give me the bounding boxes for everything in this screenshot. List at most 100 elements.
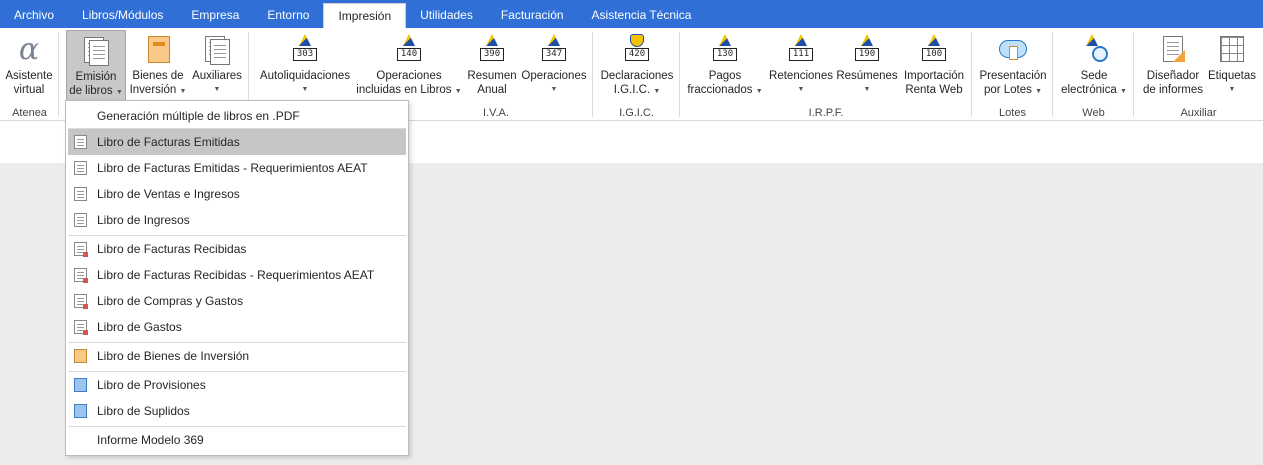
suplidos-icon [74, 404, 87, 418]
sede-label-1: Sede [1080, 70, 1108, 82]
group-label-igic: I.G.I.C. [619, 107, 654, 119]
aeat-140-icon: 140 [393, 34, 425, 66]
labels-grid-icon [1216, 34, 1248, 66]
menu-item-generacion-pdf[interactable]: Generación múltiple de libros en .PDF [68, 103, 406, 129]
menu-item-compras-gastos[interactable]: Libro de Compras y Gastos [68, 288, 406, 314]
chevron-down-icon: ▼ [863, 86, 871, 93]
menu-item-facturas-recibidas-aeat[interactable]: Libro de Facturas Recibidas - Requerimie… [68, 262, 406, 288]
bienes-label-2: Inversión ▼ [129, 84, 187, 96]
chevron-down-icon: ▼ [213, 86, 221, 93]
autoliquidaciones-button[interactable]: 303 Autoliquidaciones ▼ [253, 30, 357, 102]
operaciones-button[interactable]: 347 Operaciones ▼ [519, 30, 589, 102]
chevron-down-icon: ▼ [797, 86, 805, 93]
tab-entorno[interactable]: Entorno [253, 0, 323, 28]
emision-label-1: Emisión [75, 71, 117, 83]
tab-impresion[interactable]: Impresión [323, 3, 407, 28]
operaciones-label: Operaciones [521, 70, 587, 82]
bienes-inversion-button[interactable]: Bienes de Inversión ▼ [129, 30, 187, 102]
aeat-100-icon: 100 [918, 34, 950, 66]
menu-item-modelo-369[interactable]: Informe Modelo 369 [68, 427, 406, 453]
menu-item-bienes-inversion[interactable]: Libro de Bienes de Inversión [68, 343, 406, 369]
group-auxiliar: Diseñador de informes Etiquetas ▼ Auxili… [1134, 28, 1263, 121]
etiquetas-button[interactable]: Etiquetas ▼ [1206, 30, 1258, 102]
globe-aeat-icon [1078, 34, 1110, 66]
resumen-anual-button[interactable]: 390 Resumen Anual [465, 30, 519, 102]
autoliquidaciones-label: Autoliquidaciones [259, 70, 351, 82]
importacion-renta-web-button[interactable]: 100 Importación Renta Web [900, 30, 968, 102]
tab-facturacion[interactable]: Facturación [487, 0, 578, 28]
aeat-390-icon: 390 [476, 34, 508, 66]
menu-item-facturas-recibidas[interactable]: Libro de Facturas Recibidas [68, 236, 406, 262]
group-label-lotes: Lotes [999, 107, 1026, 119]
tab-asistencia-tecnica[interactable]: Asistencia Técnica [578, 0, 706, 28]
menu-bar: Archivo Libros/Módulos Empresa Entorno I… [0, 0, 1263, 28]
book-received-icon [74, 242, 88, 257]
tab-archivo[interactable]: Archivo [0, 0, 68, 28]
alpha-icon: α [18, 32, 40, 67]
book-received-icon [74, 294, 88, 309]
importacion-label-2: Renta Web [905, 84, 963, 96]
aeat-111-icon: 111 [785, 34, 817, 66]
group-atenea: α Asistente virtual Atenea [0, 28, 59, 121]
menu-item-facturas-emitidas-aeat[interactable]: Libro de Facturas Emitidas - Requerimien… [68, 155, 406, 181]
presentacion-lotes-button[interactable]: Presentación por Lotes ▼ [976, 30, 1050, 102]
disenador-label-2: de informes [1142, 84, 1204, 96]
asistente-label-2: virtual [13, 84, 45, 96]
menu-item-suplidos[interactable]: Libro de Suplidos [68, 398, 406, 424]
provisiones-icon [74, 378, 87, 392]
canarias-420-icon: 420 [621, 34, 653, 66]
etiquetas-label: Etiquetas [1208, 70, 1256, 82]
resumenes-label: Resúmenes [836, 70, 898, 82]
declaraciones-igic-button[interactable]: 420 Declaraciones I.G.I.C. ▼ [597, 30, 677, 102]
resumenes-button[interactable]: 190 Resúmenes ▼ [836, 30, 898, 102]
aeat-303-icon: 303 [289, 34, 321, 66]
emision-libros-dropdown: Generación múltiple de libros en .PDF Li… [65, 100, 409, 456]
menu-item-provisiones[interactable]: Libro de Provisiones [68, 372, 406, 398]
group-label-irpf: I.R.P.F. [808, 107, 844, 119]
book-received-icon [74, 268, 88, 283]
presentacion-label-2: por Lotes ▼ [983, 84, 1043, 96]
pagos-label-1: Pagos [708, 70, 742, 82]
group-lotes: Presentación por Lotes ▼ Lotes [972, 28, 1053, 121]
declaraciones-label-1: Declaraciones [600, 70, 674, 82]
book-icon [74, 187, 87, 201]
operaciones-libros-button[interactable]: 140 Operaciones incluidas en Libros ▼ [355, 30, 463, 102]
sede-electronica-button[interactable]: Sede electrónica ▼ [1057, 30, 1131, 102]
auxiliares-button[interactable]: Auxiliares ▼ [189, 30, 245, 102]
book-icon [74, 213, 87, 227]
disenador-label-1: Diseñador [1146, 70, 1200, 82]
sede-label-2: electrónica ▼ [1061, 84, 1127, 96]
menu-item-ventas-ingresos[interactable]: Libro de Ventas e Ingresos [68, 181, 406, 207]
orange-book-icon [142, 34, 174, 66]
book-icon [74, 161, 87, 175]
pagos-fraccionados-button[interactable]: 130 Pagos fraccionados ▼ [684, 30, 766, 102]
book-received-icon [74, 320, 88, 335]
menu-item-ingresos[interactable]: Libro de Ingresos [68, 207, 406, 233]
resumen-anual-label-1: Resumen [467, 70, 517, 82]
book-icon [74, 135, 87, 149]
group-label-atenea: Atenea [12, 107, 47, 119]
report-designer-icon [1157, 34, 1189, 66]
importacion-label-1: Importación [903, 70, 965, 82]
menu-item-gastos[interactable]: Libro de Gastos [68, 314, 406, 340]
disenador-informes-button[interactable]: Diseñador de informes [1140, 30, 1206, 102]
operaciones-libros-label-1: Operaciones [376, 70, 442, 82]
menu-item-facturas-emitidas[interactable]: Libro de Facturas Emitidas [68, 129, 406, 155]
tab-empresa[interactable]: Empresa [177, 0, 253, 28]
pagos-label-2: fraccionados ▼ [687, 84, 763, 96]
documents-icon [201, 34, 233, 66]
chevron-down-icon: ▼ [1228, 86, 1236, 93]
aeat-130-icon: 130 [709, 34, 741, 66]
tab-utilidades[interactable]: Utilidades [406, 0, 487, 28]
tab-libros-modulos[interactable]: Libros/Módulos [68, 0, 177, 28]
retenciones-label: Retenciones [769, 70, 833, 82]
books-stack-icon [80, 35, 112, 67]
emision-libros-button[interactable]: Emisión de libros ▼ [66, 30, 126, 102]
group-label-iva: I.V.A. [483, 107, 509, 119]
chevron-down-icon: ▼ [301, 86, 309, 93]
group-web: Sede electrónica ▼ Web [1053, 28, 1134, 121]
cloud-upload-icon [997, 34, 1029, 66]
retenciones-button[interactable]: 111 Retenciones ▼ [767, 30, 835, 102]
group-label-web: Web [1082, 107, 1105, 119]
asistente-virtual-button[interactable]: α Asistente virtual [2, 30, 56, 102]
